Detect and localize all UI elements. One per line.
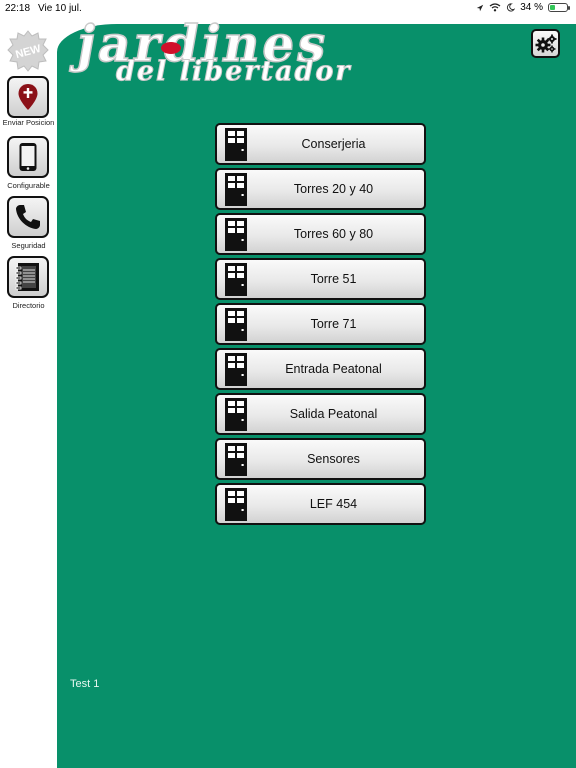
battery-fill bbox=[550, 5, 555, 10]
sidebar-item-enviar-posicion[interactable] bbox=[7, 76, 49, 118]
phone-handset-icon bbox=[16, 205, 40, 229]
phone-device-icon bbox=[19, 143, 37, 171]
door-icon bbox=[225, 263, 247, 296]
sidebar-item-label: Enviar Posicion bbox=[2, 118, 55, 127]
door-button-label: Sensores bbox=[307, 452, 360, 466]
gears-icon bbox=[535, 34, 556, 52]
location-icon bbox=[477, 4, 484, 11]
notebook-icon bbox=[15, 263, 39, 291]
status-date: Vie 10 jul. bbox=[38, 3, 82, 14]
moon-icon bbox=[507, 3, 516, 12]
status-time: 22:18 bbox=[5, 3, 31, 14]
logo-subtitle: del libertador bbox=[116, 56, 352, 88]
door-button[interactable]: Entrada Peatonal bbox=[215, 348, 426, 390]
door-button[interactable]: Sensores bbox=[215, 438, 426, 480]
settings-button[interactable] bbox=[531, 29, 560, 58]
new-badge-icon[interactable]: NEW bbox=[7, 30, 49, 72]
door-button-label: Conserjeria bbox=[301, 137, 366, 151]
map-pin-icon bbox=[18, 84, 38, 110]
sidebar-item-label: Configurable bbox=[7, 181, 50, 190]
door-icon bbox=[225, 443, 247, 476]
door-icon bbox=[225, 353, 247, 386]
door-button-label: LEF 454 bbox=[309, 497, 358, 511]
door-button[interactable]: LEF 454 bbox=[215, 483, 426, 525]
sidebar: NEW Enviar Posicion Configurable Segurid… bbox=[0, 18, 57, 768]
door-button[interactable]: Torres 60 y 80 bbox=[215, 213, 426, 255]
door-button-label: Entrada Peatonal bbox=[285, 362, 382, 376]
logo-dot bbox=[161, 42, 181, 54]
door-icon bbox=[225, 398, 247, 431]
sidebar-item-directorio[interactable] bbox=[7, 256, 49, 298]
door-button[interactable]: Salida Peatonal bbox=[215, 393, 426, 435]
battery-text: 34 % bbox=[520, 2, 543, 13]
door-button[interactable]: Conserjeria bbox=[215, 123, 426, 165]
sidebar-item-label: Directorio bbox=[12, 301, 45, 310]
sidebar-item-configurable[interactable] bbox=[7, 136, 49, 178]
status-indicators: 34 % bbox=[476, 2, 570, 13]
door-icon bbox=[225, 308, 247, 341]
door-button[interactable]: Torre 51 bbox=[215, 258, 426, 300]
door-icon bbox=[225, 128, 247, 161]
door-icon bbox=[225, 218, 247, 251]
footer-text: Test 1 bbox=[70, 678, 100, 690]
wifi-icon bbox=[489, 3, 501, 12]
door-icon bbox=[225, 173, 247, 206]
door-button-label: Salida Peatonal bbox=[289, 407, 378, 421]
door-button-label: Torre 71 bbox=[310, 317, 357, 331]
door-icon bbox=[225, 488, 247, 521]
door-button[interactable]: Torre 71 bbox=[215, 303, 426, 345]
door-button[interactable]: Torres 20 y 40 bbox=[215, 168, 426, 210]
sidebar-item-label: Seguridad bbox=[11, 241, 46, 250]
battery-icon bbox=[548, 3, 570, 12]
app-logo: jardines del libertador bbox=[60, 13, 520, 88]
door-button-label: Torre 51 bbox=[310, 272, 357, 286]
door-button-label: Torres 60 y 80 bbox=[293, 227, 374, 241]
door-button-label: Torres 20 y 40 bbox=[293, 182, 374, 196]
sidebar-item-seguridad[interactable] bbox=[7, 196, 49, 238]
